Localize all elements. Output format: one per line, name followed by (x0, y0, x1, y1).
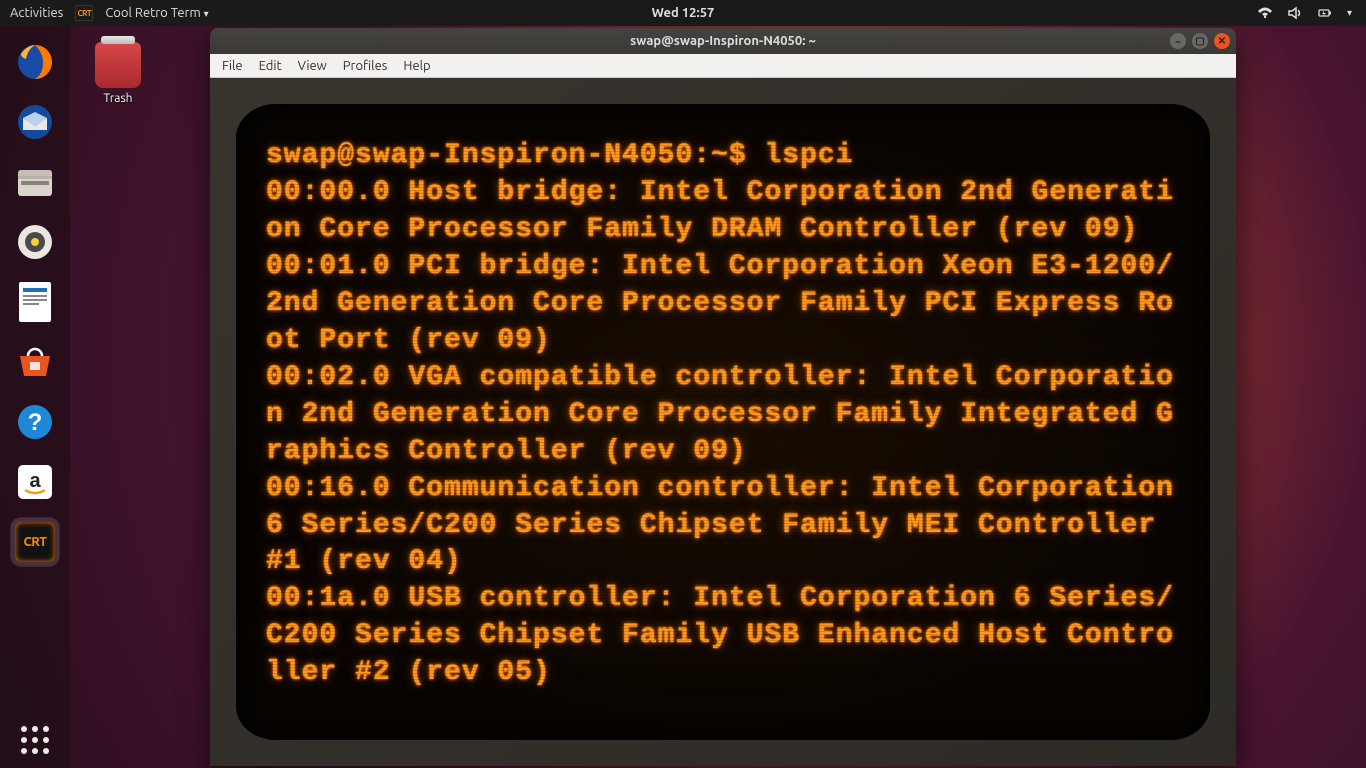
window-close-button[interactable]: ✕ (1214, 33, 1230, 49)
svg-text:?: ? (28, 409, 43, 436)
dock-item-writer[interactable] (11, 278, 59, 326)
dock-item-help[interactable]: ? (11, 398, 59, 446)
wifi-icon (1257, 5, 1273, 21)
chevron-down-icon: ▾ (204, 8, 209, 19)
svg-text:a: a (29, 470, 41, 492)
window-maximize-button[interactable]: ▢ (1192, 33, 1208, 49)
trash-label: Trash (95, 92, 141, 105)
dock-item-cool-retro-term[interactable]: CRT (11, 518, 59, 566)
dock-item-rhythmbox[interactable] (11, 218, 59, 266)
launcher-dock: ? a CRT (0, 26, 70, 768)
system-tray[interactable]: ▾ (1257, 5, 1366, 21)
dock-item-amazon[interactable]: a (11, 458, 59, 506)
activities-button[interactable]: Activities (10, 6, 63, 20)
dock-item-software[interactable] (11, 338, 59, 386)
dock-item-firefox[interactable] (11, 38, 59, 86)
crt-app-icon: CRT (75, 5, 93, 21)
app-menu-label: Cool Retro Term (105, 6, 200, 20)
show-applications-button[interactable] (21, 726, 49, 754)
app-window: swap@swap-Inspiron-N4050: ~ – ▢ ✕ File E… (210, 28, 1236, 766)
menu-profiles[interactable]: Profiles (337, 57, 394, 75)
dock-item-files[interactable] (11, 158, 59, 206)
menu-help[interactable]: Help (397, 57, 436, 75)
desktop-icon-trash[interactable]: Trash (95, 42, 141, 105)
battery-icon (1317, 5, 1333, 21)
chevron-down-icon: ▾ (1347, 7, 1352, 19)
menu-file[interactable]: File (216, 57, 249, 75)
terminal-output: swap@swap-Inspiron-N4050:~$ lspci 00:00.… (266, 138, 1180, 692)
trash-icon (95, 42, 141, 88)
window-minimize-button[interactable]: – (1170, 33, 1186, 49)
menu-bar: File Edit View Profiles Help (210, 54, 1236, 78)
window-titlebar[interactable]: swap@swap-Inspiron-N4050: ~ – ▢ ✕ (210, 28, 1236, 54)
dock-item-thunderbird[interactable] (11, 98, 59, 146)
crt-bezel: swap@swap-Inspiron-N4050:~$ lspci 00:00.… (210, 78, 1236, 766)
clock[interactable]: Wed 12:57 (652, 6, 715, 20)
top-bar: Activities CRT Cool Retro Term ▾ Wed 12:… (0, 0, 1366, 26)
menu-edit[interactable]: Edit (253, 57, 288, 75)
window-title: swap@swap-Inspiron-N4050: ~ (630, 34, 816, 48)
crt-screen[interactable]: swap@swap-Inspiron-N4050:~$ lspci 00:00.… (236, 104, 1210, 740)
menu-view[interactable]: View (292, 57, 333, 75)
app-menu[interactable]: Cool Retro Term ▾ (105, 6, 208, 20)
volume-icon (1287, 5, 1303, 21)
